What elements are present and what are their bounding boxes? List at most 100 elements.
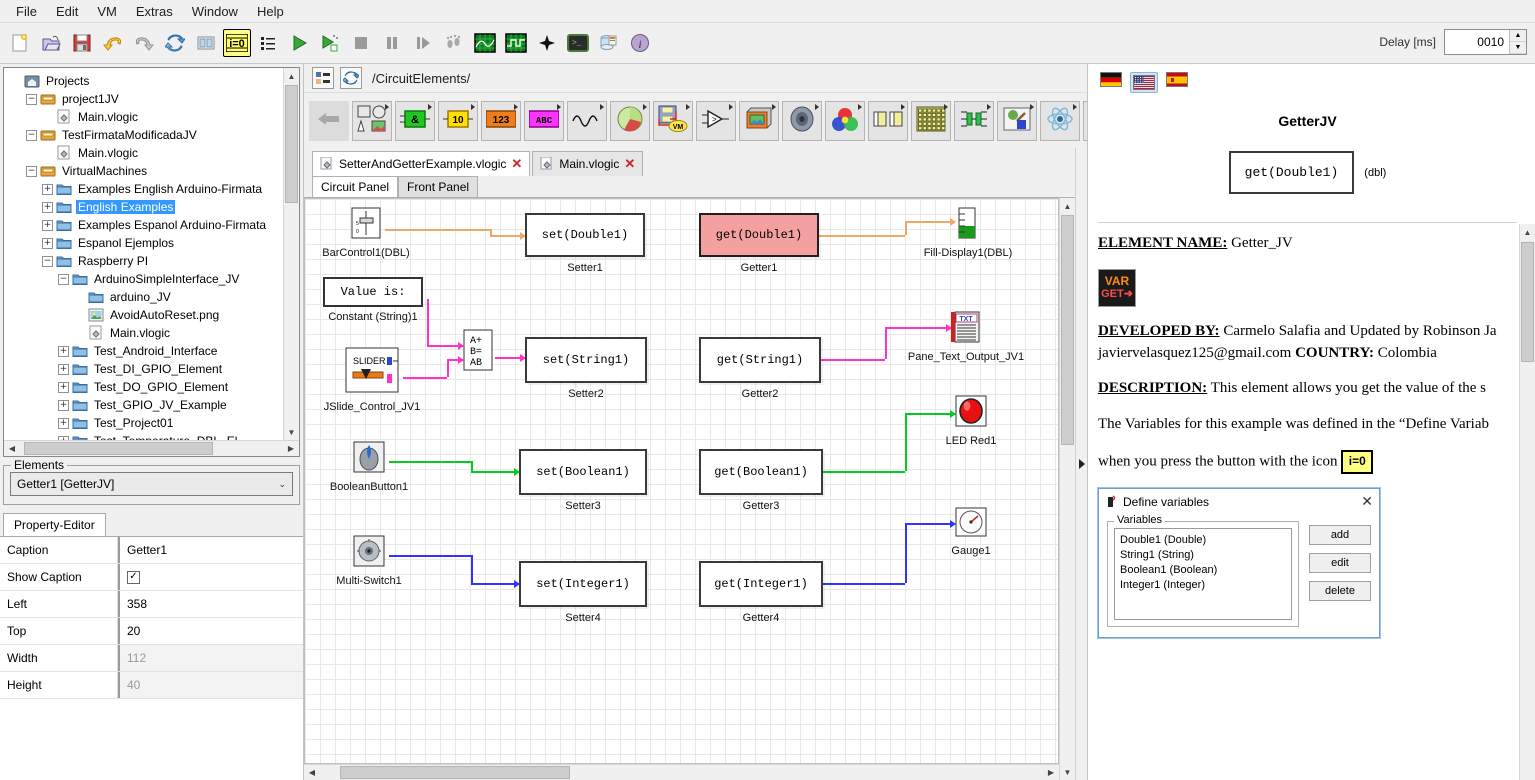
circuit-block-getter4[interactable]: get(Integer1) Getter4 xyxy=(699,561,823,624)
tree-item[interactable]: + Test_GPIO_JV_Example xyxy=(10,396,299,414)
scroll-up-icon[interactable]: ▲ xyxy=(284,68,300,84)
close-icon[interactable]: ✕ xyxy=(511,156,522,172)
footprints-icon[interactable] xyxy=(440,29,468,57)
canvas-hscroll-thumb[interactable] xyxy=(340,766,570,779)
palette-button-paint[interactable] xyxy=(997,100,1037,141)
scope-analog-icon[interactable] xyxy=(471,29,499,57)
flag-de[interactable] xyxy=(1100,72,1122,93)
collapse-toggle-icon[interactable]: − xyxy=(26,93,37,105)
dialog-delete-button[interactable]: delete xyxy=(1309,580,1371,601)
step-forward-icon[interactable] xyxy=(409,29,437,57)
breadcrumb[interactable]: /CircuitElements/ xyxy=(372,71,470,86)
expand-toggle-icon[interactable]: + xyxy=(42,237,53,249)
play-icon[interactable] xyxy=(285,29,313,57)
tree-item[interactable]: + English Examples xyxy=(10,198,299,216)
canvas-scroll-up-icon[interactable]: ▲ xyxy=(1060,198,1076,214)
expand-toggle-icon[interactable]: + xyxy=(58,417,69,429)
tree-vertical-scrollbar[interactable]: ▲ ▼ xyxy=(283,68,300,441)
delay-up-button[interactable]: ▲ xyxy=(1510,30,1526,42)
palette-button-text-abc[interactable]: ABC xyxy=(524,100,564,141)
circuit-canvas[interactable]: set(Double1) Setter1 get(Double1) Getter1 se… xyxy=(304,198,1059,764)
tree-item[interactable]: AvoidAutoReset.png xyxy=(10,306,299,324)
dropdown-arrow-icon[interactable] xyxy=(944,103,948,110)
delay-input[interactable] xyxy=(1445,30,1509,54)
menu-help[interactable]: Help xyxy=(249,2,292,21)
view-toggle-icon[interactable] xyxy=(312,67,334,89)
dropdown-arrow-icon[interactable] xyxy=(1030,103,1034,110)
expand-toggle-icon[interactable]: + xyxy=(42,219,53,231)
tree-item[interactable]: − project1JV xyxy=(10,90,299,108)
expand-toggle-icon[interactable]: + xyxy=(58,345,69,357)
panels-icon[interactable] xyxy=(192,29,220,57)
dropdown-arrow-icon[interactable] xyxy=(385,103,389,110)
terminal-icon[interactable]: >_ xyxy=(564,29,592,57)
palette-button-speaker[interactable] xyxy=(782,100,822,141)
dropdown-arrow-icon[interactable] xyxy=(901,103,905,110)
canvas-hscroll-track[interactable] xyxy=(320,766,1043,779)
panel-tab[interactable]: Front Panel xyxy=(398,176,479,197)
tree-item[interactable]: − TestFirmataModificadaJV xyxy=(10,126,299,144)
project-tree[interactable]: Projects − project1JV Main.vlogic − TestFirma… xyxy=(4,68,299,441)
scroll-left-icon[interactable]: ◀ xyxy=(4,444,20,453)
scroll-down-icon[interactable]: ▼ xyxy=(284,424,300,440)
tree-item[interactable]: + Examples English Arduino-Firmata xyxy=(10,180,299,198)
palette-button-gauge[interactable] xyxy=(610,100,650,141)
circuit-device-constant-string-1[interactable]: Value is: Constant (String)1 xyxy=(323,277,423,323)
expand-toggle-icon[interactable]: + xyxy=(42,183,53,195)
dropdown-arrow-icon[interactable] xyxy=(643,103,647,110)
property-value[interactable]: 20 xyxy=(118,618,303,644)
palette-button-number-10[interactable]: 10 xyxy=(438,100,478,141)
tree-item[interactable]: + Espanol Ejemplos xyxy=(10,234,299,252)
expand-toggle-icon[interactable]: + xyxy=(58,363,69,375)
file-tab[interactable]: SetterAndGetterExample.vlogic ✕ xyxy=(312,151,531,176)
circuit-block-getter3[interactable]: get(Boolean1) Getter3 xyxy=(699,449,823,512)
tree-item[interactable]: Main.vlogic xyxy=(10,324,299,342)
tree-item[interactable]: + Test_DI_GPIO_Element xyxy=(10,360,299,378)
flag-en[interactable] xyxy=(1130,72,1158,93)
close-icon[interactable]: ✕ xyxy=(624,156,635,172)
menu-vm[interactable]: VM xyxy=(89,2,125,21)
refresh-icon[interactable] xyxy=(161,29,189,57)
elements-select[interactable]: Getter1 [GetterJV] ⌄ xyxy=(10,472,293,496)
circuit-block-getter2[interactable]: get(String1) Getter2 xyxy=(699,337,821,400)
palette-button-atom[interactable] xyxy=(1040,100,1080,141)
file-tab[interactable]: Main.vlogic ✕ xyxy=(532,151,644,176)
menu-edit[interactable]: Edit xyxy=(48,2,86,21)
dropdown-arrow-icon[interactable] xyxy=(600,103,604,110)
new-file-icon[interactable] xyxy=(6,29,34,57)
tree-item[interactable]: Projects xyxy=(10,72,299,90)
open-folder-icon[interactable] xyxy=(37,29,65,57)
circuit-device-barcontrol1-dbl-[interactable]: 5 0 BarControl1(DBL) xyxy=(322,207,410,259)
circuit-device-fill-display1-dbl-[interactable]: Fill-Display1(DBL) xyxy=(924,207,1012,259)
circuit-block-setter4[interactable]: set(Integer1) Setter4 xyxy=(519,561,647,624)
panel-tab[interactable]: Circuit Panel xyxy=(312,176,399,197)
circuit-device-jslide-control-jv1[interactable]: SLIDER JSlide_Control_JV1 xyxy=(324,347,420,413)
collapse-toggle-icon[interactable]: − xyxy=(26,129,37,141)
palette-button-amplifier[interactable]: > xyxy=(696,100,736,141)
circuit-block-setter2[interactable]: set(String1) Setter2 xyxy=(525,337,647,400)
dropdown-arrow-icon[interactable] xyxy=(987,103,991,110)
collapse-toggle-icon[interactable]: − xyxy=(58,273,69,285)
palette-button-logic-and[interactable]: & xyxy=(395,100,435,141)
circuit-device-compare[interactable]: A+ B= AB xyxy=(463,329,493,374)
tree-item[interactable]: − Raspberry PI xyxy=(10,252,299,270)
variable-list-item[interactable]: Double1 (Double) xyxy=(1120,533,1286,548)
scroll-thumb[interactable] xyxy=(285,85,298,203)
circuit-block-getter1[interactable]: get(Double1) Getter1 xyxy=(699,213,819,274)
menu-extras[interactable]: Extras xyxy=(128,2,181,21)
canvas-horizontal-scrollbar[interactable]: ◀ ▶ xyxy=(304,764,1059,780)
tree-item[interactable]: arduino_JV xyxy=(10,288,299,306)
palette-button-color-mix[interactable] xyxy=(825,100,865,141)
expand-toggle-icon[interactable]: + xyxy=(58,381,69,393)
dropdown-arrow-icon[interactable] xyxy=(686,103,690,110)
palette-button-capacitor[interactable] xyxy=(954,100,994,141)
tree-item[interactable]: + Examples Espanol Arduino-Firmata xyxy=(10,216,299,234)
dropdown-arrow-icon[interactable] xyxy=(772,103,776,110)
property-value[interactable]: 112 xyxy=(118,645,303,671)
dropdown-arrow-icon[interactable] xyxy=(557,103,561,110)
tree-item[interactable]: Main.vlogic xyxy=(10,108,299,126)
delay-down-button[interactable]: ▼ xyxy=(1510,42,1526,54)
hscroll-track[interactable] xyxy=(20,442,283,456)
palette-button-back[interactable] xyxy=(309,100,349,141)
tree-item[interactable]: − VirtualMachines xyxy=(10,162,299,180)
